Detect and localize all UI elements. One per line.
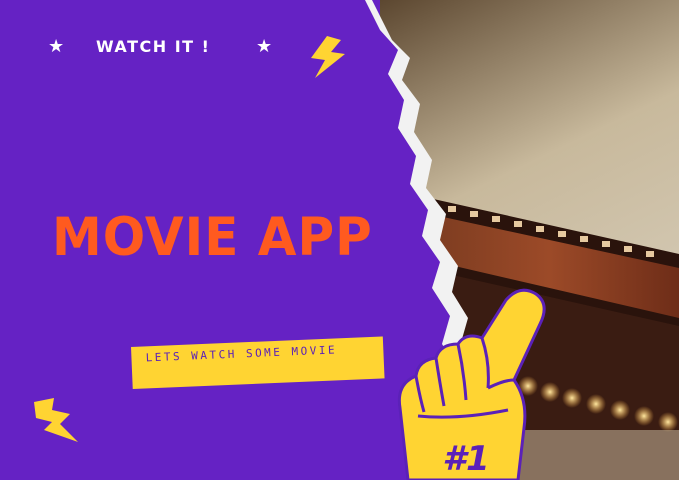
movie-app-banner: ★ WATCH IT ! ★ MOVIE APP LETS WATCH SOME… [0,0,679,480]
lightning-bolt-icon [311,36,345,78]
lightning-bolt-icon [34,398,78,442]
watch-it-title: WATCH IT ! [96,37,211,56]
foam-finger-badge: #1 [442,439,489,479]
header-row: ★ WATCH IT ! ★ [48,36,288,58]
star-icon: ★ [48,36,65,57]
app-title: MOVIE APP [52,206,373,268]
star-icon: ★ [256,36,273,57]
foam-finger-icon: #1 [397,288,546,480]
tagline-text: LETS WATCH SOME MOVIE [145,343,338,365]
